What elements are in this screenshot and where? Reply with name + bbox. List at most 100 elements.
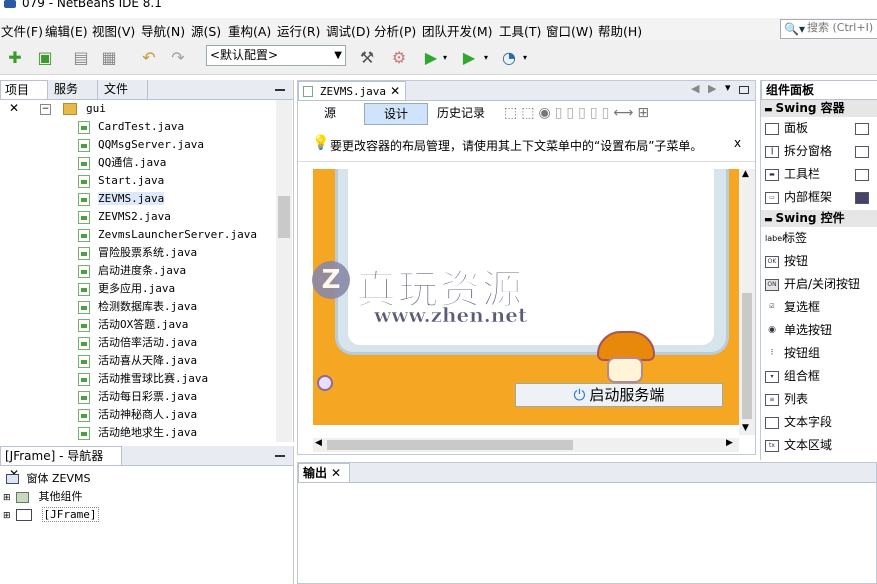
tab-navigator[interactable]: [JFrame] - 导航器✕ [0,446,122,481]
palette-item-text-area[interactable]: tx 文本区域 [765,435,832,455]
quick-search[interactable]: 🔍▾ [780,19,877,39]
expand-icon[interactable]: ⊞ [3,511,11,521]
canvas-vscroll[interactable]: ▲ ▼ [739,169,755,435]
tree-file-item[interactable]: 活动神秘商人.java [78,406,197,424]
palette-item-list[interactable]: ≡ 列表 [765,389,808,409]
clean-build-icon[interactable]: ⚙ [388,46,410,68]
profile-icon[interactable]: ◔ [498,46,520,68]
menu-source[interactable]: 源(S) [191,21,221,40]
debug-icon[interactable]: ▶ [458,46,480,68]
close-icon[interactable]: ✕ [331,466,341,480]
projects-scrollbar[interactable] [276,100,292,442]
tree-file-item[interactable]: QQ通信.java [78,154,166,172]
redo-icon[interactable]: ↷ [167,46,189,68]
tree-file-item[interactable]: 活动推雪球比赛.java [78,370,208,388]
chevron-left-icon[interactable]: ◀ [315,438,322,448]
tree-file-item[interactable]: 启动进度条.java [78,262,186,280]
connection-mode-icon[interactable]: ⬚ [521,105,538,121]
config-select[interactable]: <默认配置> ▼ [206,45,346,66]
menu-profile[interactable]: 分析(P) [374,21,416,40]
palette-item-split-pane[interactable]: ┃ 拆分窗格 [765,141,832,161]
tab-design[interactable]: 设计 [364,103,428,125]
tab-source[interactable]: 源 [310,103,350,123]
tree-file-item[interactable]: Start.java [78,172,164,190]
align-bottom-icon[interactable]: ▯ [602,105,614,121]
resize-horizontal-icon[interactable]: ⟷ [613,105,637,121]
palette-item-combo-box[interactable]: ▾ 组合框 [765,366,820,386]
tab-services[interactable]: 服务 [50,80,98,99]
tree-file-item[interactable]: ZevmsLauncherServer.java [78,226,257,244]
tree-file-item[interactable]: 活动每日彩票.java [78,388,197,406]
palette-item-partial-1[interactable] [855,118,874,138]
start-server-button[interactable]: ⏻ 启动服务端 [515,383,723,407]
chevron-right-icon[interactable]: ▶ [726,438,733,448]
close-icon[interactable]: ✕ [390,84,400,98]
tab-history[interactable]: 历史记录 [428,103,494,123]
hint-close-button[interactable]: x [734,136,741,150]
expand-icon[interactable]: ⊞ [3,493,11,503]
save-all-icon[interactable]: ▦ [98,46,120,68]
resize-vertical-icon[interactable]: ⊞ [637,105,653,121]
align-right-icon[interactable]: ▯ [566,105,578,121]
palette-item-partial-3[interactable] [855,164,874,184]
palette-item-toolbar[interactable]: ▬ 工具栏 [765,164,820,184]
build-hammer-icon[interactable]: ⚒ [356,46,378,68]
scroll-thumb[interactable] [278,196,290,238]
center-horizontally-icon[interactable]: ▯ [578,105,590,121]
menu-debug[interactable]: 调试(D) [326,21,370,40]
menu-refactor[interactable]: 重构(A) [228,21,271,40]
run-dropdown-icon[interactable]: ▾ [440,46,450,68]
nav-root[interactable]: 窗体 ZEVMS [6,470,90,488]
open-project-icon[interactable]: ▤ [70,46,92,68]
tab-palette[interactable]: 组件面板 [761,80,877,99]
tree-file-item[interactable]: QQMsgServer.java [78,136,204,154]
tree-file-item[interactable]: ZEVMS.java [78,190,165,208]
palette-item-panel[interactable]: 面板 [765,118,808,138]
menu-window[interactable]: 窗口(W) [546,21,593,40]
tree-file-item[interactable]: 活动OX答题.java [78,316,188,334]
align-top-icon[interactable]: ▯ [590,105,602,121]
palette-item-button[interactable]: OK 按钮 [765,251,808,271]
tree-folder-gui[interactable]: − gui [40,100,106,118]
debug-dropdown-icon[interactable]: ▾ [481,46,491,68]
tree-file-item[interactable]: 活动倍率活动.java [78,334,197,352]
menu-team[interactable]: 团队开发(M) [422,21,493,40]
collapse-icon[interactable]: − [40,103,51,115]
chevron-up-icon[interactable]: ▲ [742,169,749,179]
tree-file-item[interactable]: ZEVMS2.java [78,208,171,226]
chevron-down-icon[interactable]: ▼ [742,423,749,433]
menu-navigate[interactable]: 导航(N) [141,21,185,40]
palette-section-swing-containers[interactable]: ▬ Swing 容器 [761,100,877,117]
preview-icon[interactable]: ◉ [538,105,554,121]
scroll-left-icon[interactable]: ◀ [691,82,699,95]
minimize-icon[interactable] [275,89,285,91]
scroll-thumb[interactable] [742,293,752,419]
scroll-right-icon[interactable]: ▶ [708,82,716,95]
run-icon[interactable]: ▶ [420,46,442,68]
tab-list-icon[interactable]: ▾ [725,81,731,94]
menu-run[interactable]: 运行(R) [277,21,320,40]
minimize-icon[interactable] [275,455,285,457]
tab-files[interactable]: 文件 [100,80,148,99]
palette-item-checkbox[interactable]: ☑ 复选框 [765,297,820,317]
tree-file-item[interactable]: 活动喜从天降.java [78,352,197,370]
menu-view[interactable]: 视图(V) [92,21,135,40]
new-file-icon[interactable]: ✚ [4,46,26,68]
form-canvas[interactable]: ⏻ 启动服务端 [313,169,739,425]
tree-file-item[interactable]: 活动绝地求生.java [78,424,197,442]
menu-tools[interactable]: 工具(T) [499,21,541,40]
profile-dropdown-icon[interactable]: ▾ [520,46,530,68]
menu-edit[interactable]: 编辑(E) [45,21,88,40]
undo-icon[interactable]: ↶ [138,46,160,68]
palette-section-swing-controls[interactable]: ▬ Swing 控件 [761,210,877,227]
selection-mode-icon[interactable]: ⬚ [504,105,521,121]
maximize-icon[interactable] [739,86,749,94]
align-left-icon[interactable]: ▯ [555,105,567,121]
scroll-thumb[interactable] [327,440,573,450]
new-project-icon[interactable]: ▣ [34,46,56,68]
palette-item-radio-button[interactable]: ◉ 单选按钮 [765,320,832,340]
palette-item-toggle-button[interactable]: ON 开启/关闭按钮 [765,274,860,294]
palette-item-button-group[interactable]: ⁝ 按钮组 [765,343,820,363]
palette-item-partial-2[interactable] [855,141,874,161]
menu-file[interactable]: 文件(F) [1,21,43,40]
